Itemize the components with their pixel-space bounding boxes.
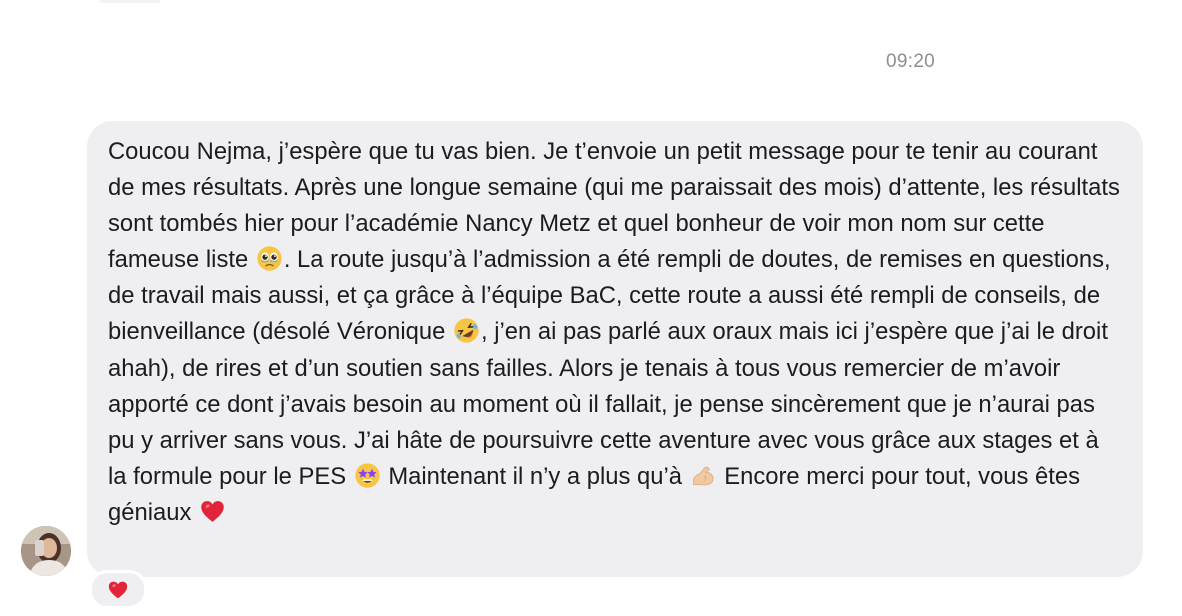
- message-timestamp: 09:20: [886, 51, 936, 72]
- red-heart-icon: [108, 581, 128, 598]
- message-bubble[interactable]: Coucou Nejma, j’espère que tu vas bien. …: [87, 121, 1143, 577]
- previous-message-edge: [100, 0, 160, 3]
- message-text: Coucou Nejma, j’espère que tu vas bien. …: [108, 134, 1123, 531]
- flexed-biceps-emoji: [692, 466, 714, 486]
- message-text-part: Maintenant il n’y a plus qu’à: [381, 462, 689, 490]
- red-heart-emoji: [201, 501, 224, 522]
- star-struck-emoji: [355, 463, 380, 488]
- rolling-laughing-emoji: [454, 318, 479, 344]
- chat-thread: 09:20 Coucou Nejma, j’espère que tu vas …: [0, 0, 1182, 616]
- holding-back-tears-emoji: [257, 246, 282, 271]
- sender-avatar[interactable]: [21, 526, 71, 576]
- avatar-photo-icon: [21, 526, 71, 576]
- heart-reaction[interactable]: [89, 570, 147, 609]
